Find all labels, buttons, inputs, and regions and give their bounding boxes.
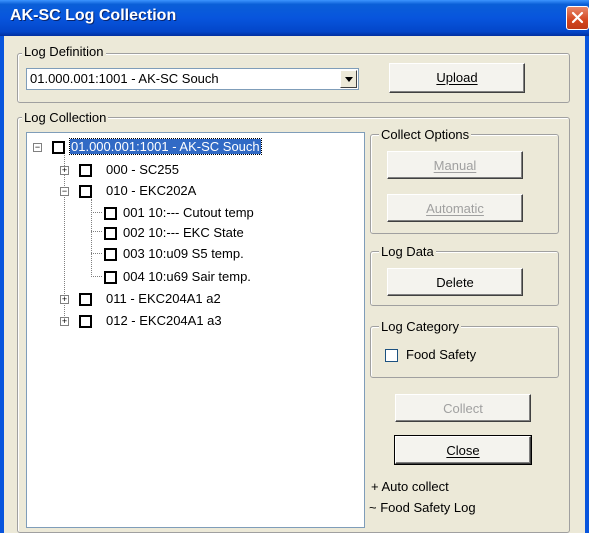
manual-button-label: Manual bbox=[433, 158, 477, 173]
tree-line bbox=[91, 199, 92, 277]
window-frame-right bbox=[585, 36, 589, 533]
window-frame-left bbox=[0, 36, 4, 533]
tree-checkbox[interactable] bbox=[104, 227, 117, 240]
legend-auto-collect: + Auto collect bbox=[371, 479, 449, 494]
expand-icon[interactable]: + bbox=[60, 295, 69, 304]
tree-node-label: 001 10:--- Cutout temp bbox=[123, 205, 254, 220]
log-data-label: Log Data bbox=[379, 244, 436, 259]
expand-icon[interactable]: + bbox=[60, 317, 69, 326]
window-title: AK-SC Log Collection bbox=[10, 7, 177, 24]
tree-line bbox=[91, 212, 102, 213]
tree-checkbox[interactable] bbox=[104, 207, 117, 220]
log-collection-label: Log Collection bbox=[22, 110, 109, 125]
close-window-button[interactable] bbox=[566, 6, 589, 30]
tree-line bbox=[91, 231, 102, 232]
close-icon bbox=[571, 11, 584, 24]
log-definition-label: Log Definition bbox=[22, 44, 106, 59]
automatic-button-label: Automatic bbox=[426, 201, 484, 216]
tree-node-label: 012 - EKC204A1 a3 bbox=[106, 313, 222, 328]
title-bar[interactable]: AK-SC Log Collection bbox=[0, 0, 589, 36]
tree-checkbox[interactable] bbox=[79, 315, 92, 328]
log-tree[interactable]: − 01.000.001:1001 - AK-SC Souch + 000 - … bbox=[26, 132, 365, 528]
tree-node-label: 01.000.001:1001 - AK-SC Souch bbox=[69, 138, 262, 155]
tree-checkbox[interactable] bbox=[79, 164, 92, 177]
delete-button[interactable]: Delete bbox=[387, 268, 523, 296]
close-button[interactable]: Close bbox=[394, 435, 532, 465]
upload-button-label: Upload bbox=[436, 70, 478, 85]
collect-options-label: Collect Options bbox=[379, 127, 472, 142]
tree-node-label: 004 10:u69 Sair temp. bbox=[123, 269, 251, 284]
tree-checkbox[interactable] bbox=[79, 185, 92, 198]
log-definition-select[interactable]: 01.000.001:1001 - AK-SC Souch bbox=[26, 68, 359, 90]
tree-node-label: 002 10:--- EKC State bbox=[123, 225, 244, 240]
dropdown-button[interactable] bbox=[340, 70, 357, 88]
log-collection-window: AK-SC Log Collection Log Definition 01.0… bbox=[0, 0, 589, 533]
collect-button-label: Collect bbox=[443, 401, 483, 416]
tree-node-label: 011 - EKC204A1 a2 bbox=[106, 291, 221, 306]
log-category-label: Log Category bbox=[379, 319, 462, 334]
tree-line bbox=[91, 253, 102, 254]
collect-button[interactable]: Collect bbox=[395, 394, 531, 422]
legend-food-safety-log: ~ Food Safety Log bbox=[369, 500, 476, 515]
expand-icon[interactable]: + bbox=[60, 166, 69, 175]
collapse-icon[interactable]: − bbox=[60, 187, 69, 196]
tree-node-label: 000 - SC255 bbox=[106, 162, 179, 177]
automatic-button[interactable]: Automatic bbox=[387, 194, 523, 222]
tree-checkbox[interactable] bbox=[104, 271, 117, 284]
food-safety-label[interactable]: Food Safety bbox=[406, 347, 476, 362]
upload-button[interactable]: Upload bbox=[389, 63, 525, 93]
tree-node-label: 003 10:u09 S5 temp. bbox=[123, 246, 244, 261]
tree-checkbox[interactable] bbox=[79, 293, 92, 306]
food-safety-checkbox[interactable] bbox=[385, 349, 398, 362]
chevron-down-icon bbox=[345, 77, 353, 82]
close-button-label: Close bbox=[446, 443, 480, 458]
log-definition-value: 01.000.001:1001 - AK-SC Souch bbox=[30, 71, 219, 86]
delete-button-label: Delete bbox=[436, 275, 474, 290]
tree-line bbox=[91, 276, 102, 277]
tree-checkbox[interactable] bbox=[104, 248, 117, 261]
manual-button[interactable]: Manual bbox=[387, 151, 523, 179]
tree-checkbox[interactable] bbox=[52, 141, 65, 154]
tree-node-label: 010 - EKC202A bbox=[106, 183, 197, 198]
collapse-icon[interactable]: − bbox=[33, 143, 42, 152]
